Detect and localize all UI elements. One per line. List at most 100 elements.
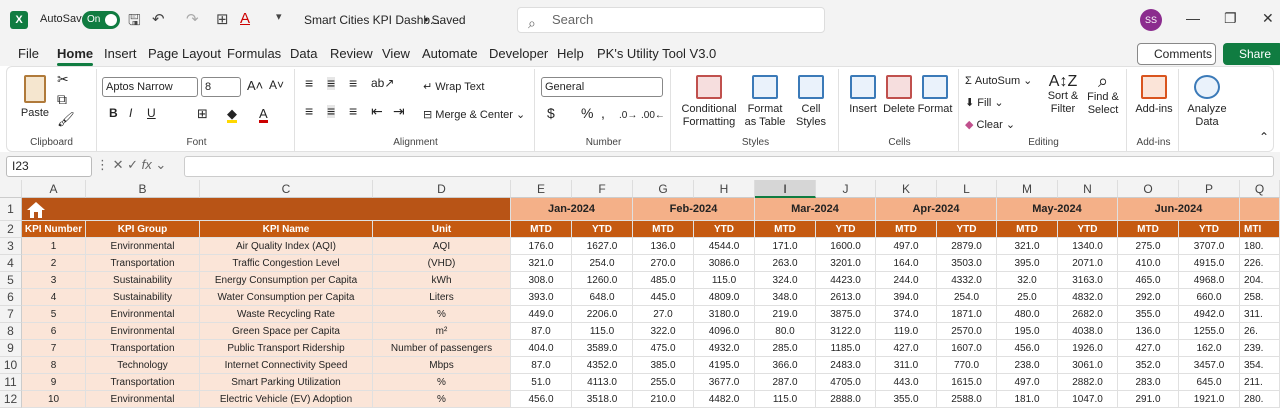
mtd-value-cell[interactable]: 480.0 xyxy=(997,306,1058,323)
mtd-value-cell[interactable]: 26. xyxy=(1240,323,1280,340)
ytd-value-cell[interactable]: 4332.0 xyxy=(937,272,997,289)
kpi-number-cell[interactable]: 3 xyxy=(22,272,86,289)
ytd-value-cell[interactable]: 3707.0 xyxy=(1179,238,1240,255)
row-header-10[interactable]: 10 xyxy=(0,357,22,374)
mtd-value-cell[interactable]: 195.0 xyxy=(997,323,1058,340)
row-header-1[interactable]: 1 xyxy=(0,198,22,221)
align-top-icon[interactable]: ≡ xyxy=(305,76,313,90)
row-header-7[interactable]: 7 xyxy=(0,306,22,323)
mtd-value-cell[interactable]: 308.0 xyxy=(511,272,572,289)
find-select-button[interactable]: ⌕ Find & Select xyxy=(1083,72,1123,117)
format-as-table-button[interactable]: Format as Table xyxy=(741,75,789,129)
kpi-name-cell[interactable]: Waste Recycling Rate xyxy=(200,306,373,323)
mtd-value-cell[interactable]: 180. xyxy=(1240,238,1280,255)
mtd-value-cell[interactable]: 285.0 xyxy=(755,340,816,357)
mtd-value-cell[interactable]: 355.0 xyxy=(1118,306,1179,323)
ytd-value-cell[interactable]: 3457.0 xyxy=(1179,357,1240,374)
ytd-value-cell[interactable]: 4423.0 xyxy=(816,272,876,289)
merge-center-button[interactable]: ⊟ Merge & Center ⌄ xyxy=(423,109,525,122)
mtd-value-cell[interactable]: 210.0 xyxy=(633,391,694,408)
ytd-value-cell[interactable]: 1921.0 xyxy=(1179,391,1240,408)
close-icon[interactable]: ✕ xyxy=(1262,10,1274,27)
column-header-m[interactable]: M xyxy=(997,180,1058,198)
ytd-value-cell[interactable]: 4113.0 xyxy=(572,374,633,391)
tab-file[interactable]: File xyxy=(18,46,39,61)
mtd-value-cell[interactable]: 164.0 xyxy=(876,255,937,272)
ytd-value-cell[interactable]: 3122.0 xyxy=(816,323,876,340)
font-size-select[interactable]: 8 xyxy=(201,77,241,97)
addins-button[interactable]: Add-ins xyxy=(1133,75,1175,116)
mtd-value-cell[interactable]: 395.0 xyxy=(997,255,1058,272)
tab-help[interactable]: Help xyxy=(557,46,584,61)
ytd-value-cell[interactable]: 4096.0 xyxy=(694,323,755,340)
number-format-select[interactable]: General xyxy=(541,77,663,97)
tab-insert[interactable]: Insert xyxy=(104,46,137,61)
align-right-icon[interactable]: ≡ xyxy=(349,104,357,118)
mtd-value-cell[interactable]: 255.0 xyxy=(633,374,694,391)
mtd-value-cell[interactable]: 283.0 xyxy=(1118,374,1179,391)
font-color-icon[interactable]: A xyxy=(240,10,250,27)
ytd-value-cell[interactable]: 2882.0 xyxy=(1058,374,1118,391)
collapse-ribbon-icon[interactable]: ⌃ xyxy=(1259,131,1269,144)
ytd-value-cell[interactable]: 3518.0 xyxy=(572,391,633,408)
autosum-button[interactable]: Σ AutoSum ⌄ xyxy=(965,75,1032,88)
mtd-value-cell[interactable]: 385.0 xyxy=(633,357,694,374)
kpi-group-cell[interactable]: Transportation xyxy=(86,374,200,391)
kpi-name-cell[interactable]: Water Consumption per Capita xyxy=(200,289,373,306)
unit-cell[interactable]: kWh xyxy=(373,272,511,289)
ytd-value-cell[interactable]: 4352.0 xyxy=(572,357,633,374)
mtd-value-cell[interactable]: 291.0 xyxy=(1118,391,1179,408)
column-header-i[interactable]: I xyxy=(755,180,816,198)
mtd-value-cell[interactable]: 32.0 xyxy=(997,272,1058,289)
mtd-value-cell[interactable]: 51.0 xyxy=(511,374,572,391)
mtd-value-cell[interactable]: 410.0 xyxy=(1118,255,1179,272)
clear-button[interactable]: ◆ Clear ⌄ xyxy=(965,119,1015,132)
row-header-9[interactable]: 9 xyxy=(0,340,22,357)
fill-color-icon[interactable]: ◆ xyxy=(227,107,237,123)
insert-cells-button[interactable]: Insert xyxy=(845,75,881,116)
unit-cell[interactable]: AQI xyxy=(373,238,511,255)
format-cells-button[interactable]: Format xyxy=(917,75,953,116)
kpi-group-cell[interactable]: Technology xyxy=(86,357,200,374)
kpi-group-cell[interactable]: Environmental xyxy=(86,323,200,340)
column-header-h[interactable]: H xyxy=(694,180,755,198)
column-header-k[interactable]: K xyxy=(876,180,937,198)
kpi-group-cell[interactable]: Transportation xyxy=(86,255,200,272)
autosave-toggle[interactable]: On xyxy=(82,11,120,29)
search-box[interactable]: ⌕ Search xyxy=(517,7,825,33)
ytd-value-cell[interactable]: 1260.0 xyxy=(572,272,633,289)
ytd-value-cell[interactable]: 115.0 xyxy=(694,272,755,289)
mtd-value-cell[interactable]: 443.0 xyxy=(876,374,937,391)
mtd-value-cell[interactable]: 348.0 xyxy=(755,289,816,306)
tab-data[interactable]: Data xyxy=(290,46,317,61)
kpi-name-cell[interactable]: Air Quality Index (AQI) xyxy=(200,238,373,255)
kpi-name-cell[interactable]: Green Space per Capita xyxy=(200,323,373,340)
fill-button[interactable]: ⬇ Fill ⌄ xyxy=(965,97,1004,110)
mtd-value-cell[interactable]: 394.0 xyxy=(876,289,937,306)
ytd-value-cell[interactable]: 3677.0 xyxy=(694,374,755,391)
bold-icon[interactable]: B xyxy=(109,107,118,120)
kpi-group-cell[interactable]: Transportation xyxy=(86,340,200,357)
mtd-value-cell[interactable]: 404.0 xyxy=(511,340,572,357)
ytd-value-cell[interactable]: 2206.0 xyxy=(572,306,633,323)
column-header-c[interactable]: C xyxy=(200,180,373,198)
ytd-value-cell[interactable]: 1340.0 xyxy=(1058,238,1118,255)
avatar[interactable]: SS xyxy=(1140,9,1162,31)
increase-indent-icon[interactable]: ⇥ xyxy=(393,104,405,118)
tab-review[interactable]: Review xyxy=(330,46,373,61)
unit-cell[interactable]: Number of passengers xyxy=(373,340,511,357)
redo-icon[interactable]: ↷ xyxy=(186,10,199,28)
tab-developer[interactable]: Developer xyxy=(489,46,548,61)
ytd-value-cell[interactable]: 660.0 xyxy=(1179,289,1240,306)
column-header-g[interactable]: G xyxy=(633,180,694,198)
ytd-value-cell[interactable]: 648.0 xyxy=(572,289,633,306)
kpi-name-cell[interactable]: Public Transport Ridership xyxy=(200,340,373,357)
customize-qat-icon[interactable]: ▾ xyxy=(276,10,282,23)
increase-font-icon[interactable]: A˄ xyxy=(247,79,263,92)
mtd-value-cell[interactable]: 427.0 xyxy=(1118,340,1179,357)
mtd-value-cell[interactable]: 324.0 xyxy=(755,272,816,289)
mtd-value-cell[interactable]: 497.0 xyxy=(876,238,937,255)
borders-icon[interactable]: ⊞ xyxy=(216,10,229,28)
ytd-value-cell[interactable]: 4544.0 xyxy=(694,238,755,255)
kpi-number-cell[interactable]: 9 xyxy=(22,374,86,391)
